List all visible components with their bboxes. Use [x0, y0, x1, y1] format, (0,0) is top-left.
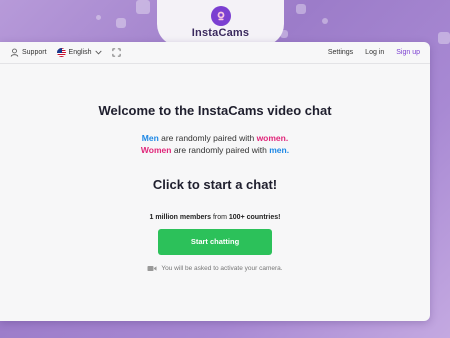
members-text: from	[211, 214, 229, 221]
signup-link[interactable]: Sign up	[396, 49, 420, 56]
background-decoration	[116, 18, 126, 28]
video-camera-icon	[147, 266, 157, 271]
countries-count: 100+ countries!	[228, 214, 281, 221]
men-label: men.	[269, 145, 290, 155]
camera-notice-text: You will be asked to activate your camer…	[161, 265, 283, 272]
members-stat: 1 million members from 100+ countries!	[0, 214, 430, 221]
brand-logo[interactable]: InstaCams	[157, 0, 284, 46]
login-link[interactable]: Log in	[365, 49, 384, 56]
brand-name: InstaCams	[191, 27, 250, 39]
women-label: women.	[256, 133, 289, 143]
men-label: Men	[141, 133, 159, 143]
pairing-text: are randomly paired with	[158, 133, 257, 143]
women-label: Women	[140, 145, 172, 155]
top-navigation: Support English Settings Log in Sign up	[0, 42, 430, 64]
page-title: Welcome to the InstaCams video chat	[98, 103, 332, 118]
logo-icon	[210, 6, 231, 26]
us-flag-icon	[56, 48, 66, 57]
language-selector[interactable]: English	[56, 48, 102, 57]
language-label: English	[68, 49, 92, 56]
background-decoration	[322, 18, 328, 24]
pairing-line-women: Women are randomly paired with men.	[0, 144, 430, 156]
cta-heading: Click to start a chat!	[152, 177, 278, 192]
support-link[interactable]: Support	[10, 48, 47, 57]
members-count: 1 million members	[149, 214, 211, 221]
background-decoration	[136, 0, 150, 14]
background-decoration	[438, 32, 450, 44]
support-icon	[10, 48, 19, 57]
background-decoration	[296, 4, 306, 14]
settings-link[interactable]: Settings	[328, 49, 353, 56]
pairing-text: are randomly paired with	[171, 145, 270, 155]
chevron-down-icon	[94, 50, 102, 55]
background-decoration	[96, 15, 101, 20]
account-links: Settings Log in Sign up	[316, 49, 420, 56]
start-chatting-button[interactable]: Start chatting	[158, 229, 272, 255]
pairing-line-men: Men are randomly paired with women.	[0, 132, 430, 144]
support-label: Support	[22, 49, 47, 56]
fullscreen-button[interactable]	[111, 48, 121, 57]
main-card: Support English Settings Log in Sign up …	[0, 42, 430, 321]
camera-notice: You will be asked to activate your camer…	[0, 265, 430, 272]
welcome-section: Welcome to the InstaCams video chat Men …	[0, 103, 430, 272]
fullscreen-icon	[111, 48, 121, 57]
